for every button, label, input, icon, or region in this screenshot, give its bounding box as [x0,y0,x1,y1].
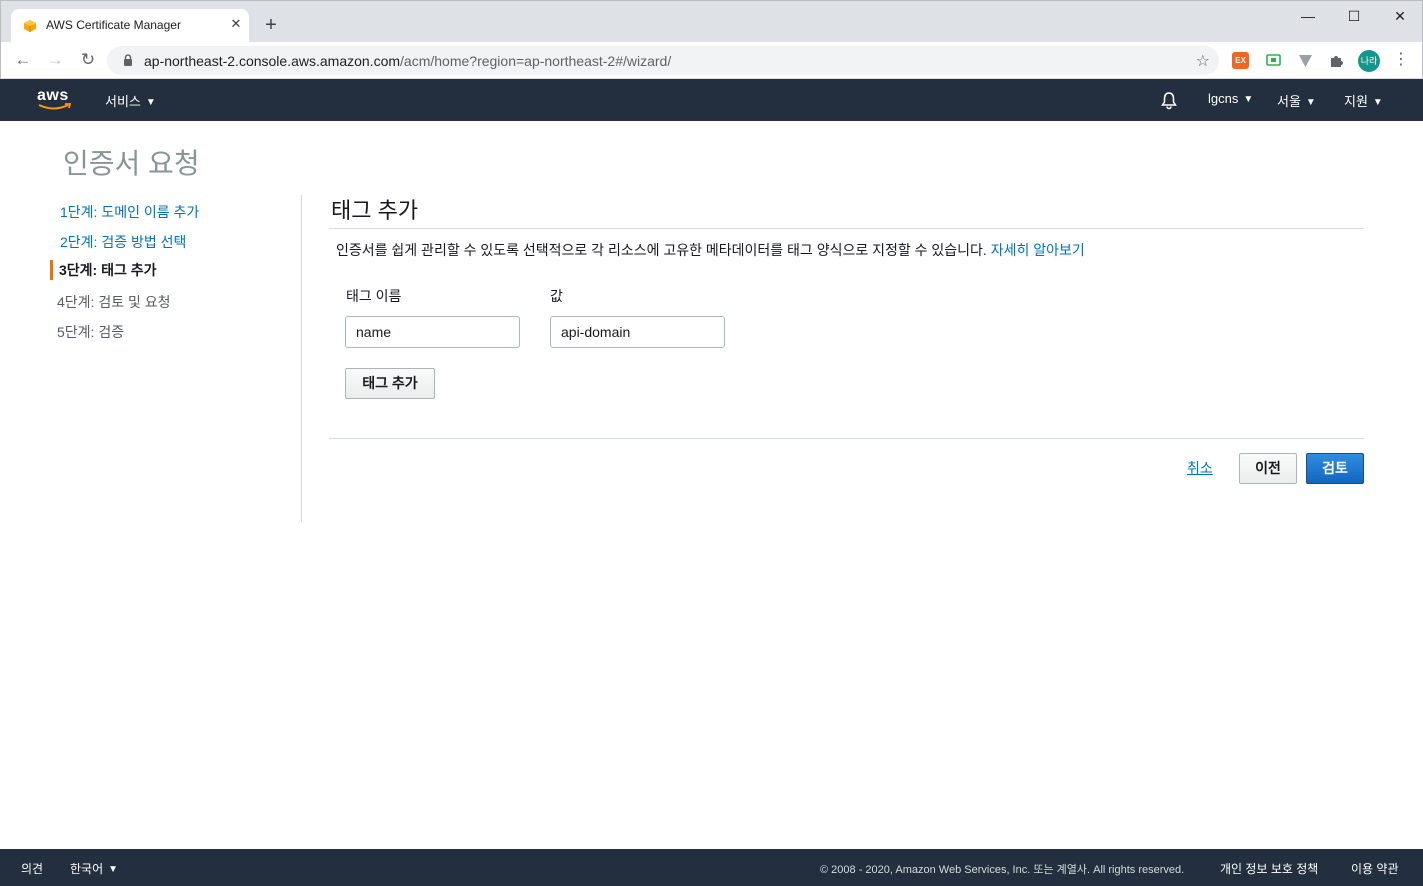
cancel-link[interactable]: 취소 [1187,458,1213,478]
minimize-button[interactable]: — [1285,5,1331,27]
step-5: 5단계: 검증 [57,324,125,340]
caret-down-icon: ▼ [1305,97,1316,108]
bookmark-star-icon[interactable]: ☆ [1196,51,1210,71]
language-selector[interactable]: 한국어 ▼ [70,860,118,877]
caret-down-icon: ▼ [1372,97,1383,108]
browser-menu-icon[interactable]: ⋮ [1393,50,1409,70]
browser-toolbar: ← → ↻ ap-northeast-2.console.aws.amazon.… [0,42,1423,79]
lock-icon [124,54,132,66]
step-1-link[interactable]: 1단계: 도메인 이름 추가 [50,202,199,222]
review-button[interactable]: 검토 [1306,453,1364,484]
vee-extension-icon[interactable] [1297,52,1314,69]
forward-icon[interactable]: → [45,50,65,70]
tag-value-label: 값 [550,288,563,304]
divider [329,438,1364,439]
region-menu[interactable]: 서울 ▼ [1277,91,1316,110]
copyright-text: © 2008 - 2020, Amazon Web Services, Inc.… [820,864,1185,876]
previous-button[interactable]: 이전 [1239,453,1297,484]
account-menu[interactable]: lgcns ▼ [1208,91,1253,106]
aws-box-icon [24,20,36,32]
section-description: 인증서를 쉽게 관리할 수 있도록 선택적으로 각 리소스에 고유한 메타데이터… [336,242,1085,258]
aws-smile-icon [38,103,72,110]
url-text: ap-northeast-2.console.aws.amazon.com/ac… [144,53,672,69]
privacy-policy-link[interactable]: 개인 정보 보호 정책 [1220,860,1318,877]
new-tab-button[interactable]: + [261,15,281,35]
aws-logo[interactable]: aws [37,87,73,113]
close-tab-icon[interactable]: ✕ [228,16,244,32]
add-tag-button[interactable]: 태그 추가 [345,368,435,399]
wizard-steps: 1단계: 도메인 이름 추가 2단계: 검증 방법 선택 3단계: 태그 추가 … [50,195,302,522]
step-3-current: 3단계: 태그 추가 [50,260,157,280]
browser-tab[interactable]: AWS Certificate Manager ✕ [11,9,249,43]
back-icon[interactable]: ← [13,50,33,70]
console-footer: 의견 한국어 ▼ © 2008 - 2020, Amazon Web Servic… [0,849,1423,886]
tag-value-input[interactable]: api-domain [550,316,725,348]
address-bar[interactable]: ap-northeast-2.console.aws.amazon.com/ac… [107,46,1219,75]
terms-link[interactable]: 이용 약관 [1351,860,1399,877]
close-window-button[interactable]: ✕ [1377,5,1423,27]
maximize-button[interactable]: ☐ [1331,5,1377,27]
extension-icon[interactable]: EX [1232,52,1249,69]
aws-console-header: aws 서비스 ▼ lgcns ▼ 서울 ▼ 지원 ▼ [0,79,1423,121]
puzzle-extensions-icon[interactable] [1328,52,1345,69]
section-title: 태그 추가 [331,198,419,223]
caret-down-icon: ▼ [108,864,119,875]
services-menu[interactable]: 서비스 ▼ [105,91,156,110]
divider [329,228,1364,229]
browser-titlebar: AWS Certificate Manager ✕ + — ☐ ✕ [0,0,1423,43]
tag-name-label: 태그 이름 [346,288,402,304]
support-menu[interactable]: 지원 ▼ [1344,91,1383,110]
tag-name-input[interactable]: name [345,316,520,348]
learn-more-link[interactable]: 자세히 알아보기 [991,242,1085,258]
caret-down-icon: ▼ [145,97,156,108]
feedback-link[interactable]: 의견 [21,860,43,877]
screen-extension-icon[interactable] [1265,52,1282,69]
caret-down-icon: ▼ [1243,94,1254,105]
notification-bell-icon[interactable] [1159,90,1179,110]
step-2-link[interactable]: 2단계: 검증 방법 선택 [50,232,186,252]
profile-avatar[interactable]: 나라 [1358,50,1380,72]
step-4: 4단계: 검토 및 요청 [57,294,171,310]
page-title: 인증서 요청 [63,148,200,179]
reload-icon[interactable]: ↻ [78,50,98,70]
tab-title: AWS Certificate Manager [46,18,181,32]
